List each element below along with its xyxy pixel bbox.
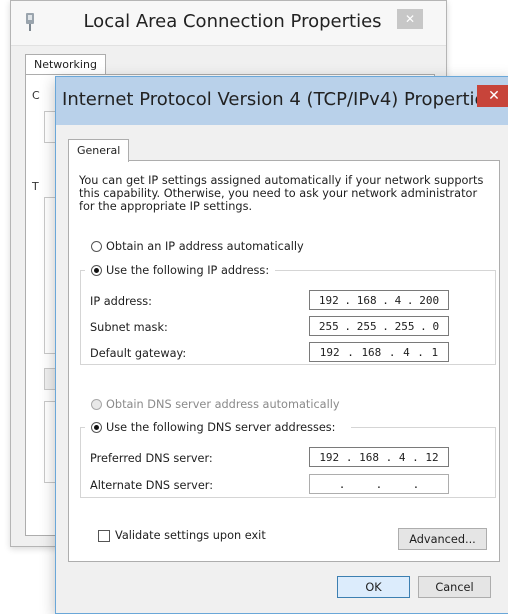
subnet-mask-label: Subnet mask: xyxy=(90,321,168,334)
octet-separator: . xyxy=(406,293,414,307)
ip-auto-label: Obtain an IP address automatically xyxy=(106,240,304,253)
ip-octet-4: 200 xyxy=(419,293,440,307)
octet-separator: . xyxy=(388,345,396,359)
ok-button[interactable]: OK xyxy=(337,576,410,598)
advanced-button[interactable]: Advanced... xyxy=(398,528,487,550)
dialog-titlebar[interactable]: Internet Protocol Version 4 (TCP/IPv4) P… xyxy=(56,77,508,125)
cancel-button[interactable]: Cancel xyxy=(418,576,491,598)
ip-auto-radio[interactable]: Obtain an IP address automatically xyxy=(91,240,304,253)
ip-address-label: IP address: xyxy=(90,295,152,308)
octet-separator: . xyxy=(382,319,389,333)
octet-separator: . xyxy=(375,477,383,491)
description-text: You can get IP settings assigned automat… xyxy=(79,174,484,213)
validate-label: Validate settings upon exit xyxy=(115,529,266,542)
general-panel: You can get IP settings assigned automat… xyxy=(68,160,500,562)
preferred-dns-input[interactable]: 192. 168. 4. 12 xyxy=(309,447,449,467)
pdns-octet-1: 192 xyxy=(319,450,340,464)
dialog-close-button[interactable]: ✕ xyxy=(477,85,508,107)
mask-octet-1: 255 xyxy=(318,319,339,333)
dns-auto-radio[interactable]: Obtain DNS server address automatically xyxy=(91,398,340,411)
ip-manual-label: Use the following IP address: xyxy=(106,264,270,277)
octet-separator: . xyxy=(382,293,389,307)
dns-manual-radio[interactable]: Use the following DNS server addresses: xyxy=(91,421,336,434)
dns-manual-label: Use the following DNS server addresses: xyxy=(106,421,336,434)
ip-octet-3: 4 xyxy=(394,293,402,307)
octet-separator: . xyxy=(344,293,352,307)
dns-auto-radio-dot[interactable] xyxy=(91,399,102,410)
ip-manual-radio[interactable]: Use the following IP address: xyxy=(91,264,269,277)
tab-networking[interactable]: Networking xyxy=(25,54,106,75)
ip-octet-2: 168 xyxy=(356,293,377,307)
obscured-label-t: T xyxy=(32,180,39,193)
back-window-close-button[interactable]: ✕ xyxy=(397,9,423,29)
back-window-titlebar[interactable]: Local Area Connection Properties ✕ xyxy=(11,1,446,46)
octet-separator: . xyxy=(412,477,420,491)
octet-separator: . xyxy=(412,450,419,464)
validate-checkbox-row[interactable]: Validate settings upon exit xyxy=(98,529,266,542)
subnet-mask-input[interactable]: 255. 255. 255. 0 xyxy=(309,316,449,336)
octet-separator: . xyxy=(385,450,393,464)
obscured-label-c: C xyxy=(32,89,40,102)
octet-separator: . xyxy=(338,477,346,491)
gw-octet-4: 1 xyxy=(431,345,439,359)
ip-address-input[interactable]: 192. 168. 4. 200 xyxy=(309,290,449,310)
octet-separator: . xyxy=(347,345,354,359)
dns-manual-radio-dot[interactable] xyxy=(91,422,102,433)
back-window-title: Local Area Connection Properties xyxy=(83,11,382,32)
dialog-title: Internet Protocol Version 4 (TCP/IPv4) P… xyxy=(62,89,495,110)
gw-octet-2: 168 xyxy=(361,345,382,359)
gw-octet-1: 192 xyxy=(319,345,340,359)
tab-general[interactable]: General xyxy=(68,139,130,162)
pdns-octet-4: 12 xyxy=(425,450,439,464)
octet-separator: . xyxy=(344,319,352,333)
mask-octet-3: 255 xyxy=(394,319,415,333)
default-gateway-input[interactable]: 192. 168. 4. 1 xyxy=(309,342,449,362)
alternate-dns-label: Alternate DNS server: xyxy=(90,479,214,492)
mask-octet-4: 0 xyxy=(432,319,440,333)
ipv4-properties-dialog: Internet Protocol Version 4 (TCP/IPv4) P… xyxy=(55,76,508,614)
pdns-octet-2: 168 xyxy=(359,450,379,464)
preferred-dns-label: Preferred DNS server: xyxy=(90,452,213,465)
dns-auto-label: Obtain DNS server address automatically xyxy=(106,398,340,411)
octet-separator: . xyxy=(417,345,424,359)
ip-auto-radio-dot[interactable] xyxy=(91,241,102,252)
octet-separator: . xyxy=(345,450,353,464)
ip-manual-radio-dot[interactable] xyxy=(91,265,102,276)
ip-octet-1: 192 xyxy=(318,293,339,307)
validate-checkbox[interactable] xyxy=(98,529,110,542)
pdns-octet-3: 4 xyxy=(398,450,406,464)
octet-separator: . xyxy=(420,319,427,333)
alternate-dns-input[interactable]: . . . xyxy=(309,474,449,494)
default-gateway-label: Default gateway: xyxy=(90,347,187,360)
mask-octet-2: 255 xyxy=(356,319,377,333)
gw-octet-3: 4 xyxy=(403,345,410,359)
